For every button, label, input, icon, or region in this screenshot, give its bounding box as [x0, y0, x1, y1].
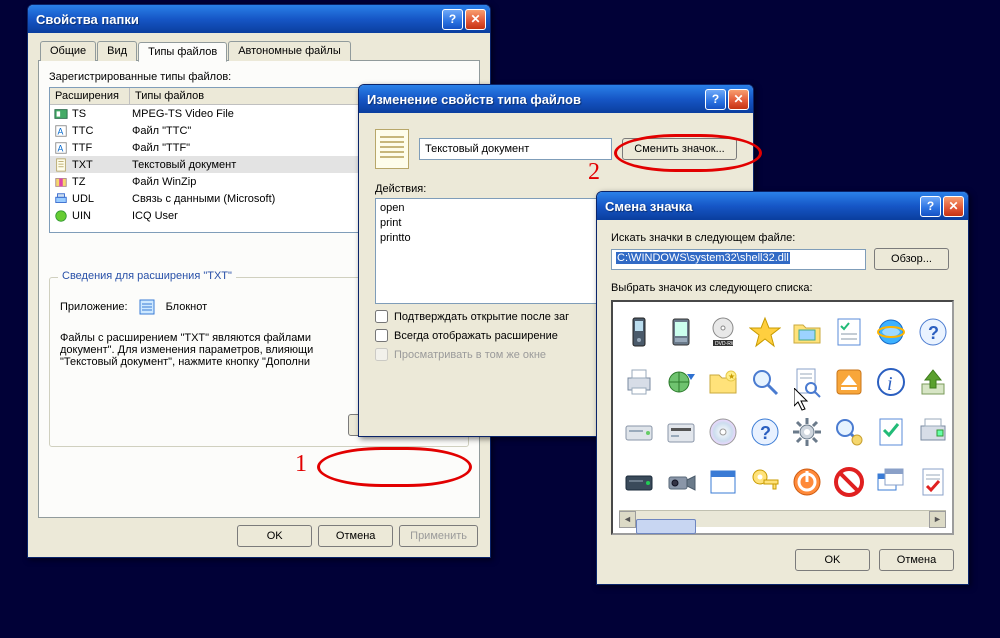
help-icon[interactable]: ?	[745, 408, 785, 456]
window-title: Свойства папки	[36, 12, 440, 27]
globe-arrow-icon[interactable]	[661, 358, 701, 406]
no-entry-icon[interactable]	[829, 458, 869, 506]
phone-icon[interactable]	[619, 308, 659, 356]
cd-icon[interactable]	[703, 408, 743, 456]
dvd-disc-icon[interactable]: DVD·RW	[703, 308, 743, 356]
svg-text:?: ?	[760, 423, 771, 443]
grid-label: Выбрать значок из следующего списка:	[611, 282, 954, 294]
browse-button[interactable]: Обзор...	[874, 248, 949, 270]
notepad-icon	[138, 298, 156, 316]
tabstrip: Общие Вид Типы файлов Автономные файлы	[38, 41, 480, 61]
tab-file-types[interactable]: Типы файлов	[138, 42, 227, 62]
magnifier-icon[interactable]	[745, 358, 785, 406]
document-check-icon[interactable]	[913, 458, 953, 506]
window-title: Изменение свойств типа файлов	[367, 92, 703, 107]
window-icon[interactable]	[703, 458, 743, 506]
printer-icon[interactable]	[619, 358, 659, 406]
icq-icon	[54, 209, 68, 223]
groupbox-title: Сведения для расширения "TXT"	[58, 270, 236, 282]
svg-text:DVD·RW: DVD·RW	[715, 341, 736, 347]
text-doc-icon	[54, 158, 68, 172]
type-name-input[interactable]	[419, 138, 612, 160]
magnifier-gear-icon[interactable]	[829, 408, 869, 456]
close-button[interactable]: ✕	[465, 9, 486, 30]
drive-icon[interactable]	[619, 408, 659, 456]
font-icon: A	[54, 141, 68, 155]
application-name: Блокнот	[166, 301, 208, 313]
confirm-open-checkbox[interactable]	[375, 310, 388, 323]
cancel-button[interactable]: Отмена	[318, 525, 393, 547]
col-ext[interactable]: Расширения	[50, 88, 130, 104]
window-title: Смена значка	[605, 199, 918, 214]
scroll-right-button[interactable]: ►	[929, 511, 946, 528]
help-shield-icon[interactable]: ?	[913, 308, 953, 356]
scrollbar-thumb[interactable]	[636, 519, 696, 534]
always-show-ext-checkbox[interactable]	[375, 329, 388, 342]
close-button[interactable]: ✕	[728, 89, 749, 110]
svg-text:i: i	[887, 373, 893, 395]
list-label: Зарегистрированные типы файлов:	[49, 71, 469, 83]
svg-text:★: ★	[728, 372, 735, 381]
eject-icon[interactable]	[829, 358, 869, 406]
titlebar[interactable]: Смена значка ? ✕	[597, 192, 968, 220]
svg-text:?: ?	[928, 323, 939, 343]
tab-offline-files[interactable]: Автономные файлы	[228, 41, 351, 61]
change-icon-window: Смена значка ? ✕ Искать значки в следующ…	[596, 191, 969, 585]
help-button[interactable]: ?	[920, 196, 941, 217]
camcorder-icon[interactable]	[661, 458, 701, 506]
checkbox-label: Подтверждать открытие после заг	[394, 311, 569, 323]
star-icon[interactable]	[745, 308, 785, 356]
icon-grid[interactable]: DVD·RW? ★ i?	[619, 308, 946, 506]
video-icon	[54, 107, 68, 121]
note-check-icon[interactable]	[871, 408, 911, 456]
close-button[interactable]: ✕	[943, 196, 964, 217]
tab-view[interactable]: Вид	[97, 41, 137, 61]
power-icon[interactable]	[787, 458, 827, 506]
ok-button[interactable]: OK	[237, 525, 312, 547]
ok-button[interactable]: OK	[795, 549, 870, 571]
same-window-checkbox	[375, 348, 388, 361]
drive-slot-icon[interactable]	[661, 408, 701, 456]
icon-grid-container: DVD·RW? ★ i? ◄ ►	[611, 300, 954, 535]
apply-button[interactable]: Применить	[399, 525, 478, 547]
change-icon-button[interactable]: Сменить значок...	[622, 138, 737, 160]
ie-icon[interactable]	[871, 308, 911, 356]
key-icon[interactable]	[745, 458, 785, 506]
titlebar[interactable]: Свойства папки ? ✕	[28, 5, 490, 33]
cancel-button[interactable]: Отмена	[879, 549, 954, 571]
datalink-icon	[54, 192, 68, 206]
svg-text:A: A	[58, 126, 64, 136]
gear-icon[interactable]	[787, 408, 827, 456]
drive-dark-icon[interactable]	[619, 458, 659, 506]
folder-picture-icon[interactable]	[787, 308, 827, 356]
path-input[interactable]: C:\WINDOWS\system32\shell32.dll	[611, 249, 866, 270]
upload-icon[interactable]	[913, 358, 953, 406]
titlebar[interactable]: Изменение свойств типа файлов ? ✕	[359, 85, 753, 113]
checkbox-label: Всегда отображать расширение	[394, 330, 558, 342]
printer-fax-icon[interactable]	[913, 408, 953, 456]
checkbox-label: Просматривать в том же окне	[394, 349, 546, 361]
document-search-icon[interactable]	[787, 358, 827, 406]
svg-text:A: A	[58, 143, 64, 153]
horizontal-scrollbar[interactable]: ◄ ►	[619, 510, 946, 527]
info-icon[interactable]: i	[871, 358, 911, 406]
folder-new-icon[interactable]: ★	[703, 358, 743, 406]
help-button[interactable]: ?	[442, 9, 463, 30]
application-label: Приложение:	[60, 301, 128, 313]
window-copy-icon[interactable]	[871, 458, 911, 506]
file-type-icon	[375, 129, 409, 169]
tab-general[interactable]: Общие	[40, 41, 96, 61]
checklist-icon[interactable]	[829, 308, 869, 356]
scroll-left-button[interactable]: ◄	[619, 511, 636, 528]
path-label: Искать значки в следующем файле:	[611, 232, 954, 244]
pda-icon[interactable]	[661, 308, 701, 356]
help-button[interactable]: ?	[705, 89, 726, 110]
font-icon: A	[54, 124, 68, 138]
archive-icon	[54, 175, 68, 189]
